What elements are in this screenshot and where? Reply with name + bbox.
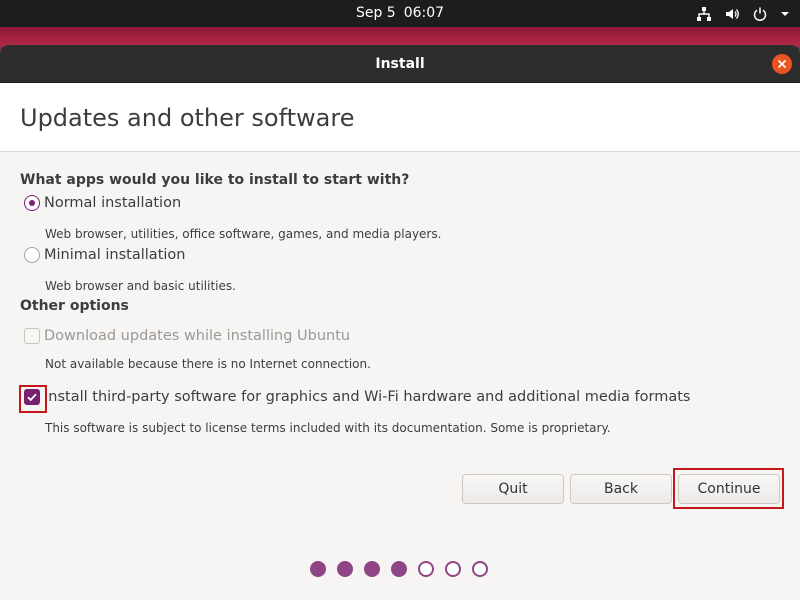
top-bar: Sep 5 06:07 [0, 0, 800, 27]
continue-button-highlight [673, 468, 784, 509]
radio-dot [29, 200, 35, 206]
download-updates-label: Download updates while installing Ubuntu [44, 328, 351, 344]
clock-date: Sep 5 [355, 5, 396, 21]
apps-question: What apps would you like to install to s… [20, 172, 410, 188]
progress-dot [391, 561, 407, 577]
volume-icon[interactable] [724, 5, 740, 23]
installer-window: Install Updates and other software What … [0, 45, 800, 600]
progress-dot [445, 561, 461, 577]
page-title: Updates and other software [20, 104, 355, 132]
close-button[interactable] [772, 54, 792, 74]
window-title: Install [375, 56, 425, 72]
progress-dot [418, 561, 434, 577]
third-party-description: This software is subject to license term… [45, 421, 611, 435]
normal-installation-description: Web browser, utilities, office software,… [45, 227, 442, 241]
third-party-label[interactable]: Install third-party software for graphic… [44, 389, 690, 405]
third-party-checkbox-highlight [19, 385, 47, 413]
download-updates-option: Download updates while installing Ubuntu [24, 328, 350, 344]
page-content: What apps would you like to install to s… [0, 152, 800, 599]
close-icon [777, 59, 787, 69]
power-icon[interactable] [752, 5, 768, 23]
download-updates-description: Not available because there is no Intern… [45, 357, 371, 371]
page-header: Updates and other software [0, 83, 800, 152]
quit-button[interactable]: Quit [462, 474, 564, 504]
clock-time: 06:07 [403, 5, 445, 21]
normal-installation-label[interactable]: Normal installation [44, 195, 181, 211]
minimal-installation-radio[interactable] [24, 247, 40, 263]
download-updates-checkbox [24, 328, 40, 344]
progress-dots [310, 561, 488, 577]
network-icon[interactable] [696, 5, 712, 23]
back-button[interactable]: Back [570, 474, 672, 504]
progress-dot [472, 561, 488, 577]
desktop-background [0, 27, 800, 47]
progress-dot [364, 561, 380, 577]
minimal-installation-description: Web browser and basic utilities. [45, 279, 236, 293]
progress-dot [337, 561, 353, 577]
minimal-installation-option[interactable]: Minimal installation [24, 247, 185, 263]
system-tray[interactable] [696, 4, 790, 23]
other-options-heading: Other options [20, 298, 129, 314]
normal-installation-option[interactable]: Normal installation [24, 195, 181, 211]
clock[interactable]: Sep 5 06:07 [0, 5, 800, 21]
third-party-option[interactable]: Install third-party software for graphic… [24, 389, 690, 405]
progress-dot [310, 561, 326, 577]
menu-arrow-icon[interactable] [780, 5, 790, 23]
normal-installation-radio[interactable] [24, 195, 40, 211]
minimal-installation-label[interactable]: Minimal installation [44, 247, 185, 263]
title-bar[interactable]: Install [0, 45, 800, 83]
